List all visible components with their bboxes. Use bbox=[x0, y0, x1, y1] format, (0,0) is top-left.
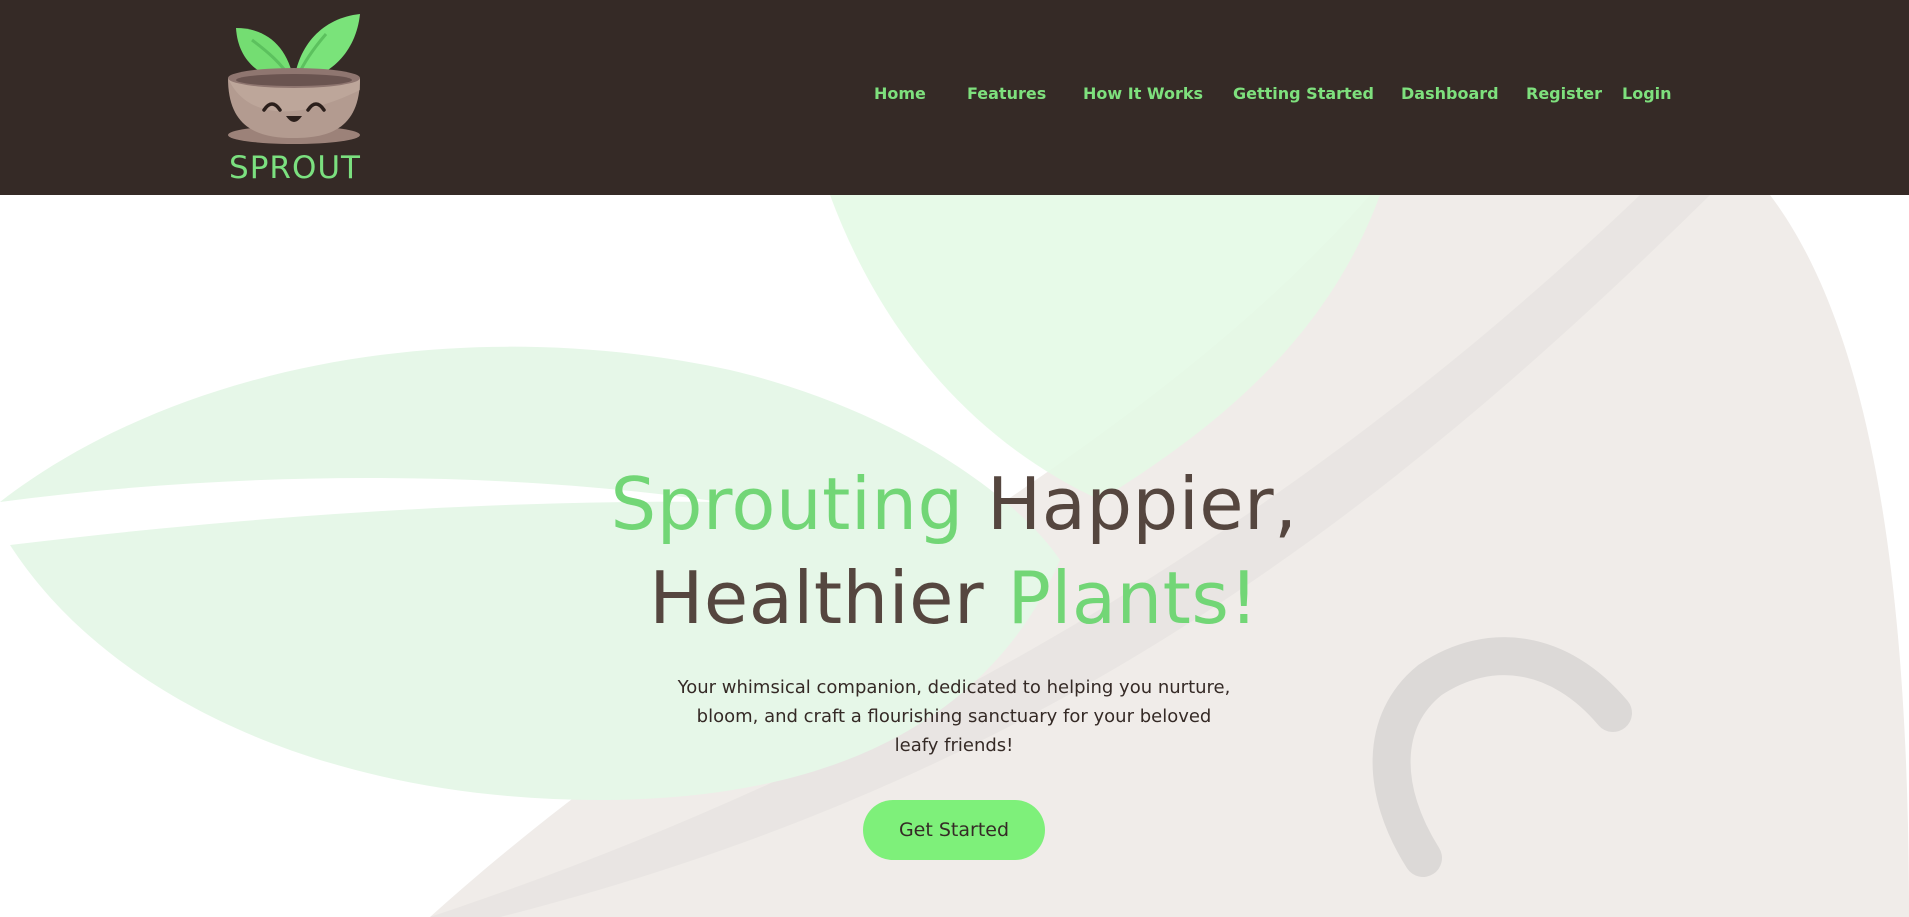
hero-headline: Sprouting Happier, Healthier Plants! bbox=[454, 457, 1454, 645]
brand-logo[interactable]: SPROUT bbox=[222, 10, 368, 190]
brand-name: SPROUT bbox=[229, 150, 361, 186]
headline-word-healthier: Healthier bbox=[649, 556, 1008, 640]
nav-register-link[interactable]: Register bbox=[1526, 84, 1602, 103]
nav-login-link[interactable]: Login bbox=[1622, 84, 1672, 103]
headline-word-happier: Happier, bbox=[963, 462, 1298, 546]
nav-features-link[interactable]: Features bbox=[967, 84, 1046, 103]
hero-section: Sprouting Happier, Healthier Plants! Your… bbox=[0, 195, 1909, 917]
top-navigation-bar: SPROUT Home Features How It Works Gettin… bbox=[0, 0, 1909, 195]
headline-word-plants: Plants! bbox=[1007, 556, 1259, 640]
nav-home-link[interactable]: Home bbox=[874, 84, 926, 103]
smiling-plant-pot-icon bbox=[228, 14, 360, 144]
nav-getting-started-link[interactable]: Getting Started bbox=[1233, 84, 1374, 103]
headline-word-sprouting: Sprouting bbox=[610, 462, 964, 546]
nav-how-it-works-link[interactable]: How It Works bbox=[1083, 84, 1203, 103]
hero-subtitle: Your whimsical companion, dedicated to h… bbox=[677, 677, 1231, 756]
nav-dashboard-link[interactable]: Dashboard bbox=[1401, 84, 1499, 103]
get-started-button[interactable]: Get Started bbox=[863, 800, 1045, 860]
